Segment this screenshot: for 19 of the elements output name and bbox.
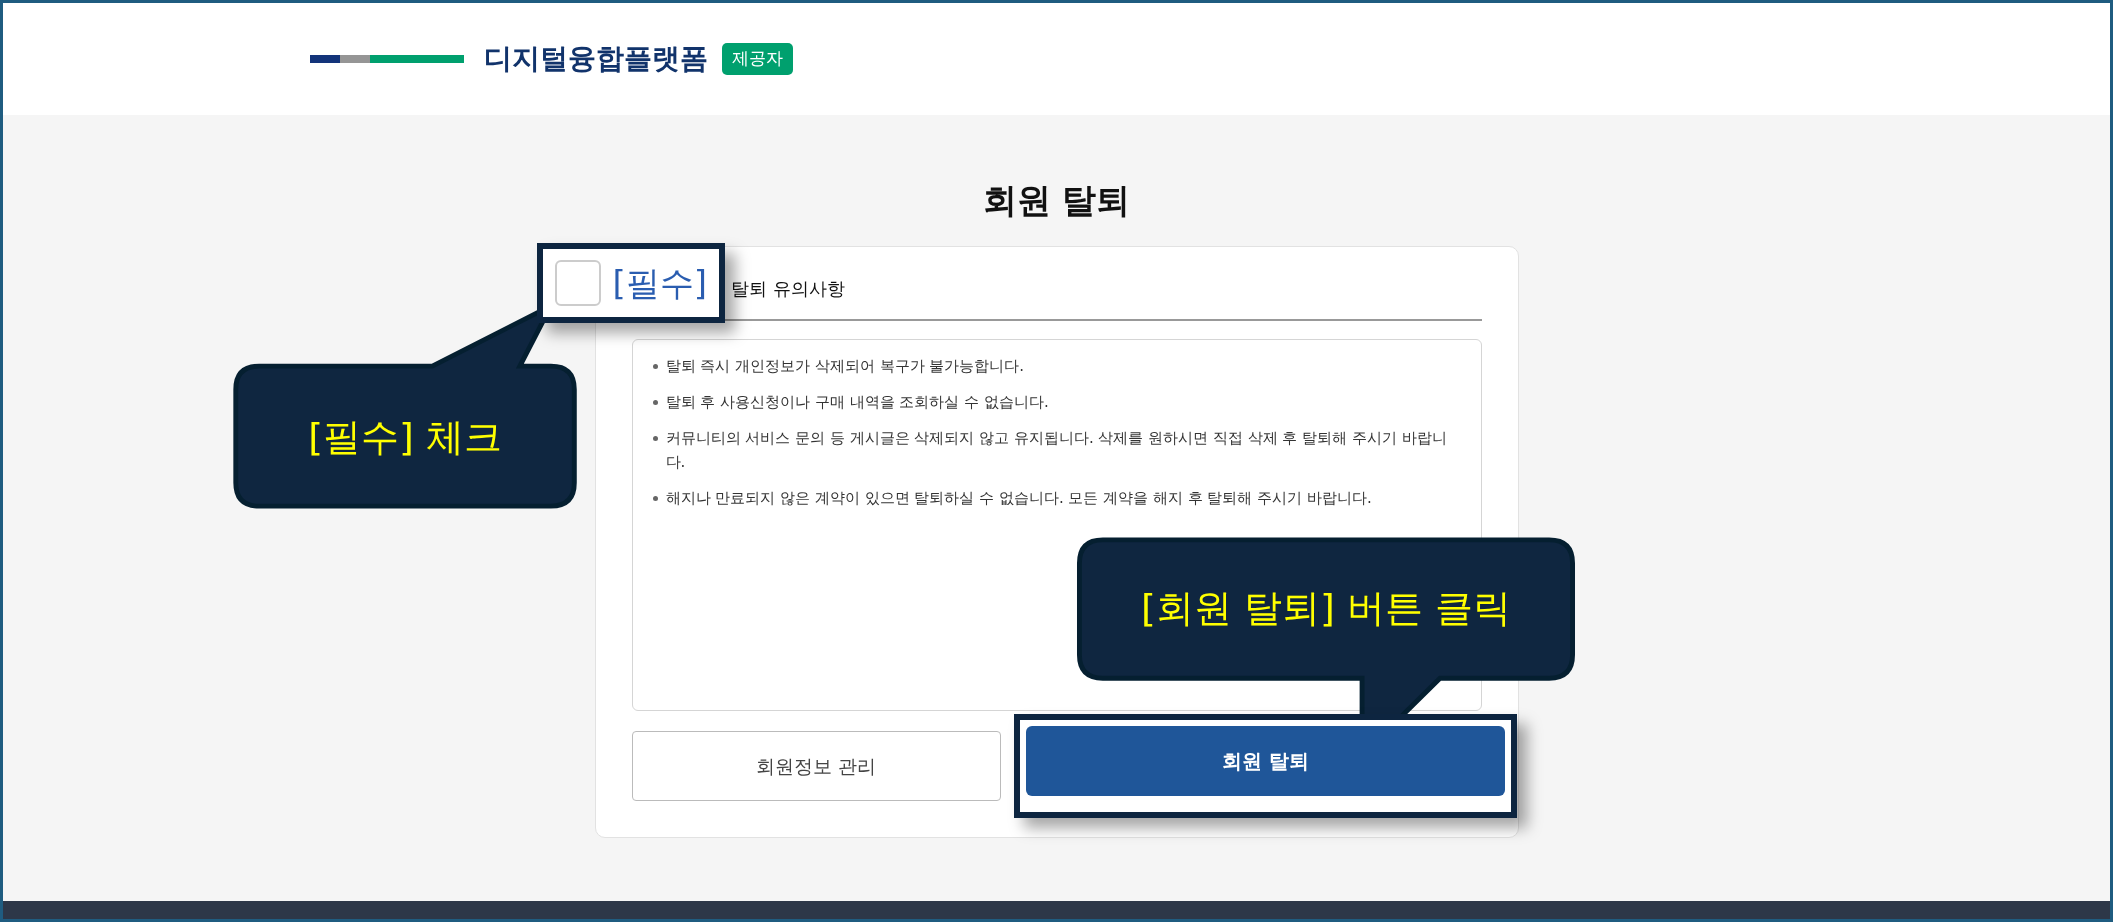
callout-text: [필수] 체크 — [308, 413, 502, 461]
member-info-button[interactable]: 회원정보 관리 — [631, 731, 1001, 801]
checkbox[interactable] — [554, 260, 601, 306]
bullet-icon — [652, 364, 658, 369]
notice-text: 탈퇴 즉시 개인정보가 삭제되어 복구가 불가능합니다. — [665, 356, 1025, 377]
agreement-label: 탈퇴 유의사항 — [731, 276, 845, 301]
notice-text: 탈퇴 후 사용신청이나 구매 내역을 조회하실 수 없습니다. — [665, 392, 1049, 413]
bullet-icon — [652, 400, 658, 405]
notice-text: 해지나 만료되지 않은 계약이 있으면 탈퇴하실 수 없습니다. 모든 계약을 해지 후 탈퇴해 주시기 바랍니다. — [665, 488, 1372, 509]
logo-text: 디지털융합플랫폼 — [484, 41, 708, 77]
bullet-icon — [652, 436, 658, 441]
page-title: 회원 탈퇴 — [982, 179, 1131, 222]
notice-text: 커뮤니티의 서비스 문의 등 게시글은 삭제되지 않고 유지됩니다. 삭제를 원하시면 직접 삭제 후 탈퇴해 주시기 바랍니다. — [665, 428, 1448, 473]
bullet-icon — [652, 496, 658, 501]
callout-text: [회원 탈퇴] 버튼 클릭 — [1141, 584, 1511, 632]
required-tag: [필수] — [612, 257, 708, 309]
logo-icon — [310, 55, 464, 63]
withdraw-button[interactable]: 회원 탈퇴 — [1025, 726, 1505, 796]
provider-badge: 제공자 — [722, 43, 793, 75]
